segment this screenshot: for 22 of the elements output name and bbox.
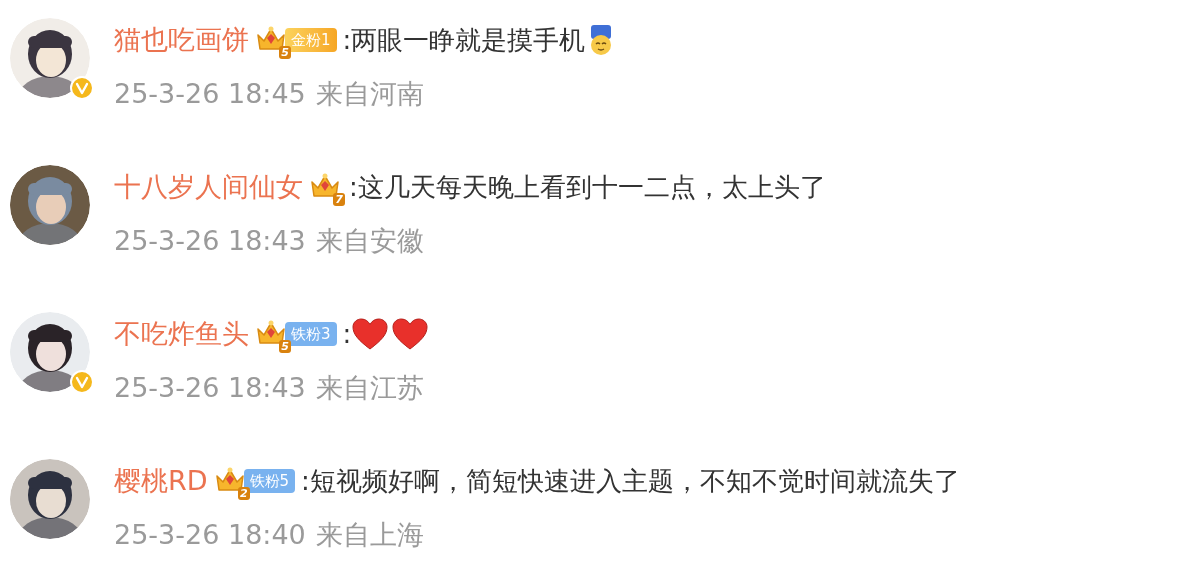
crown-level: 5 (279, 46, 291, 59)
timestamp: 25-3-26 18:45 (114, 76, 306, 111)
timestamp: 25-3-26 18:43 (114, 223, 306, 258)
timestamp: 25-3-26 18:40 (114, 517, 306, 552)
heart-icon (391, 317, 430, 351)
location: 来自安徽 (315, 223, 424, 258)
timestamp: 25-3-26 18:43 (114, 370, 306, 405)
location: 来自上海 (315, 517, 424, 552)
user-name[interactable]: 樱桃RD (114, 460, 208, 502)
heart-icon (351, 317, 390, 351)
user-name[interactable]: 不吃炸鱼头 (114, 313, 249, 355)
user-name[interactable]: 十八岁人间仙女 (114, 166, 303, 208)
comment-text: : (342, 317, 352, 351)
comment-text: :短视频好啊，简短快速进入主题，不知不觉时间就流失了 (301, 464, 960, 498)
location: 来自河南 (315, 76, 424, 111)
user-name[interactable]: 猫也吃画饼 (114, 19, 249, 61)
comment-text: :这几天每天晚上看到十一二点，太上头了 (349, 170, 826, 204)
crown-level: 5 (279, 340, 291, 353)
crown-level: 7 (333, 193, 345, 206)
comment-text: :两眼一睁就是摸手机 (342, 23, 586, 57)
crown-level: 2 (237, 487, 250, 500)
location: 来自江苏 (315, 370, 424, 405)
